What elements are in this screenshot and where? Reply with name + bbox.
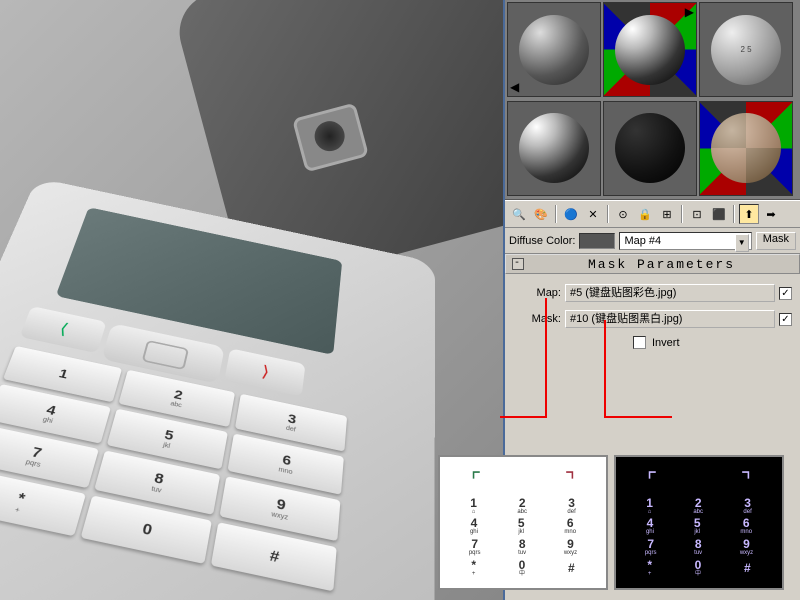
- map-slot-button[interactable]: #5 (键盘贴图彩色.jpg): [565, 284, 775, 302]
- tool-put-library[interactable]: 🔒: [635, 204, 655, 224]
- map-name-dropdown[interactable]: Map #4: [619, 232, 751, 250]
- separator: [555, 205, 557, 223]
- map-enable-checkbox[interactable]: ✓: [779, 287, 792, 300]
- tool-put-material[interactable]: 🎨: [531, 204, 551, 224]
- map-label: Map:: [513, 287, 561, 299]
- invert-label: Invert: [652, 337, 680, 349]
- mat-slot-6[interactable]: [699, 101, 793, 196]
- sphere-icon: [519, 113, 589, 183]
- callout-line: [604, 320, 606, 416]
- tool-effects[interactable]: ⊞: [657, 204, 677, 224]
- tool-go-parent[interactable]: ⬆: [739, 204, 759, 224]
- sphere-icon: [711, 113, 781, 183]
- viewport-3d[interactable]: 1 2abc 3def 4ghi 5jkl 6mno 7pqrs 8tuv 9w…: [0, 0, 505, 600]
- texture-color-preview: ⌜⌝ 1⌂2abc3def 4ghi5jkl6mno 7pqrs8tuv9wxy…: [438, 455, 608, 590]
- softkey-right: [224, 348, 305, 396]
- tool-assign[interactable]: 🔵: [561, 204, 581, 224]
- separator: [607, 205, 609, 223]
- invert-checkbox[interactable]: [633, 336, 646, 349]
- separator: [681, 205, 683, 223]
- mat-slot-1[interactable]: ◀: [507, 2, 601, 97]
- mask-type-button[interactable]: Mask: [756, 232, 796, 250]
- softkey-left: [20, 306, 107, 353]
- tool-make-unique[interactable]: ⊙: [613, 204, 633, 224]
- tool-go-sibling[interactable]: ➡: [761, 204, 781, 224]
- texture-previews: ⌜⌝ 1⌂2abc3def 4ghi5jkl6mno 7pqrs8tuv9wxy…: [438, 455, 784, 590]
- tool-get-material[interactable]: 🔍: [509, 204, 529, 224]
- rollout-header[interactable]: - Mask Parameters: [505, 254, 800, 274]
- slot-nav-next[interactable]: ▶: [685, 5, 694, 19]
- phone-keypad: 1 2abc 3def 4ghi 5jkl 6mno 7pqrs 8tuv 9w…: [0, 306, 350, 600]
- separator: [733, 205, 735, 223]
- bracket-icon: ⌝: [565, 468, 575, 494]
- tool-delete[interactable]: ✕: [583, 204, 603, 224]
- mask-label: Mask:: [513, 313, 561, 325]
- mask-slot-button[interactable]: #10 (键盘贴图黑白.jpg): [565, 310, 775, 328]
- material-toolbar: 🔍 🎨 🔵 ✕ ⊙ 🔒 ⊞ ⊡ ⬛ ⬆ ➡: [505, 200, 800, 228]
- phone-render: 1 2abc 3def 4ghi 5jkl 6mno 7pqrs 8tuv 9w…: [0, 0, 503, 600]
- tool-show-end[interactable]: ⬛: [709, 204, 729, 224]
- texture-mask-preview: ⌜⌝ 1⌂2abc3def 4ghi5jkl6mno 7pqrs8tuv9wxy…: [614, 455, 784, 590]
- callout-line: [545, 298, 547, 418]
- mat-slot-4[interactable]: [507, 101, 601, 196]
- bracket-icon: ⌝: [741, 468, 751, 494]
- mat-slot-5[interactable]: [603, 101, 697, 196]
- callout-line: [500, 416, 547, 418]
- material-slots: ◀ ▶ 2 5: [505, 0, 800, 200]
- sphere-icon: [519, 15, 589, 85]
- mask-enable-checkbox[interactable]: ✓: [779, 313, 792, 326]
- diffuse-swatch[interactable]: [579, 233, 615, 249]
- rollout-body: Map: #5 (键盘贴图彩色.jpg) ✓ Mask: #10 (键盘贴图黑白…: [505, 274, 800, 359]
- sphere-icon: [615, 113, 685, 183]
- rollout-title: Mask Parameters: [530, 257, 793, 272]
- slot-nav-prev[interactable]: ◀: [510, 80, 519, 94]
- diffuse-color-row: Diffuse Color: Map #4 Mask: [505, 228, 800, 254]
- diffuse-label: Diffuse Color:: [509, 235, 575, 247]
- tool-show-map[interactable]: ⊡: [687, 204, 707, 224]
- bracket-icon: ⌜: [471, 468, 481, 494]
- sphere-icon: 2 5: [711, 15, 781, 85]
- mat-slot-2[interactable]: ▶: [603, 2, 697, 97]
- rollout-toggle[interactable]: -: [512, 258, 524, 270]
- mat-slot-3[interactable]: 2 5: [699, 2, 793, 97]
- bracket-icon: ⌜: [647, 468, 657, 494]
- callout-line: [604, 416, 672, 418]
- sphere-icon: [615, 15, 685, 85]
